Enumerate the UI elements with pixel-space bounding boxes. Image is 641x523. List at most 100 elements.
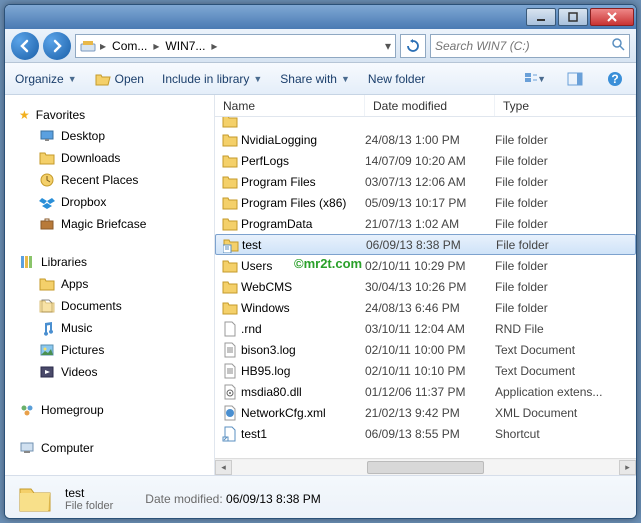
explorer-window: ▸ Com... ▸ WIN7... ▸ ▾ Organize▼ Open In… [4, 4, 637, 519]
help-button[interactable]: ? [604, 68, 626, 90]
text-icon [221, 363, 239, 379]
breadcrumb-drive[interactable]: WIN7... [161, 35, 209, 57]
shortcut-icon [221, 426, 239, 442]
table-row[interactable]: HB95.log02/10/11 10:10 PMText Document [215, 360, 636, 381]
nav-computer[interactable]: Computer [15, 437, 214, 459]
file-type: File folder [496, 238, 635, 252]
col-type[interactable]: Type [495, 95, 636, 116]
file-date: 21/07/13 1:02 AM [365, 217, 495, 231]
breadcrumb-computer[interactable]: Com... [108, 35, 151, 57]
table-row[interactable] [215, 117, 636, 129]
search-icon [611, 37, 625, 54]
text-icon [221, 342, 239, 358]
minimize-button[interactable] [526, 8, 556, 26]
nav-recent[interactable]: Recent Places [15, 169, 214, 191]
file-date: 01/12/06 11:37 PM [365, 385, 495, 399]
folder-open-icon [95, 71, 111, 87]
file-name: Program Files [239, 175, 365, 189]
table-row[interactable]: Users02/10/11 10:29 PMFile folder [215, 255, 636, 276]
new-folder-button[interactable]: New folder [368, 72, 425, 86]
table-row[interactable]: PerfLogs14/07/09 10:20 AMFile folder [215, 150, 636, 171]
file-name: HB95.log [239, 364, 365, 378]
file-name: bison3.log [239, 343, 365, 357]
file-type: Shortcut [495, 427, 636, 441]
navbar: ▸ Com... ▸ WIN7... ▸ ▾ [5, 29, 636, 63]
file-name: test1 [239, 427, 365, 441]
file-date: 24/08/13 1:00 PM [365, 133, 495, 147]
table-row[interactable]: WebCMS30/04/13 10:26 PMFile folder [215, 276, 636, 297]
table-row[interactable]: ProgramData21/07/13 1:02 AMFile folder [215, 213, 636, 234]
recent-icon [39, 172, 55, 188]
file-name: msdia80.dll [239, 385, 365, 399]
folder-icon [221, 174, 239, 190]
nav-music[interactable]: Music [15, 317, 214, 339]
chevron-down-icon[interactable]: ▾ [383, 39, 393, 53]
search-input[interactable] [430, 34, 630, 58]
nav-downloads[interactable]: Downloads [15, 147, 214, 169]
star-icon: ★ [19, 108, 30, 122]
file-type: Text Document [495, 343, 636, 357]
table-row[interactable]: .rnd03/10/11 12:04 AMRND File [215, 318, 636, 339]
include-button[interactable]: Include in library▼ [162, 72, 262, 86]
search-field[interactable] [435, 39, 607, 53]
file-type: File folder [495, 259, 636, 273]
refresh-button[interactable] [400, 34, 426, 58]
nav-dropbox[interactable]: Dropbox [15, 191, 214, 213]
details-pane: test File folder Date modified: 06/09/13… [5, 475, 636, 519]
pictures-icon [39, 342, 55, 358]
table-row[interactable]: test106/09/13 8:55 PMShortcut [215, 423, 636, 444]
nav-pane: ★Favorites Desktop Downloads Recent Plac… [5, 95, 215, 475]
folder-icon [39, 276, 55, 292]
table-row[interactable]: NvidiaLogging24/08/13 1:00 PMFile folder [215, 129, 636, 150]
file-name: PerfLogs [239, 154, 365, 168]
file-date: 03/10/11 12:04 AM [365, 322, 495, 336]
column-header: Name Date modified Type [215, 95, 636, 117]
table-row[interactable]: msdia80.dll01/12/06 11:37 PMApplication … [215, 381, 636, 402]
table-row[interactable]: NetworkCfg.xml21/02/13 9:42 PMXML Docume… [215, 402, 636, 423]
maximize-button[interactable] [558, 8, 588, 26]
file-type: File folder [495, 175, 636, 189]
table-row[interactable]: Windows24/08/13 6:46 PMFile folder [215, 297, 636, 318]
preview-pane-button[interactable] [564, 68, 586, 90]
scroll-right-icon[interactable]: ▸ [619, 460, 636, 475]
h-scrollbar[interactable]: ◂ ▸ [215, 458, 636, 475]
forward-button[interactable] [43, 32, 71, 60]
file-type: XML Document [495, 406, 636, 420]
close-button[interactable] [590, 8, 634, 26]
col-name[interactable]: Name [215, 95, 365, 116]
nav-favorites[interactable]: ★Favorites [15, 105, 214, 125]
nav-briefcase[interactable]: Magic Briefcase [15, 213, 214, 235]
table-row[interactable]: bison3.log02/10/11 10:00 PMText Document [215, 339, 636, 360]
table-row[interactable]: test06/09/13 8:38 PMFile folder [215, 234, 636, 255]
desktop-icon [39, 128, 55, 144]
nav-desktop[interactable]: Desktop [15, 125, 214, 147]
folder-icon [221, 279, 239, 295]
file-date: 02/10/11 10:29 PM [365, 259, 495, 273]
scroll-thumb[interactable] [367, 461, 483, 474]
col-date[interactable]: Date modified [365, 95, 495, 116]
folder-icon [221, 195, 239, 211]
nav-homegroup[interactable]: Homegroup [15, 399, 214, 421]
file-type: File folder [495, 280, 636, 294]
open-button[interactable]: Open [95, 71, 144, 87]
file-type: File folder [495, 217, 636, 231]
organize-button[interactable]: Organize▼ [15, 72, 77, 86]
view-button[interactable]: ▼ [524, 68, 546, 90]
back-button[interactable] [11, 32, 39, 60]
share-button[interactable]: Share with▼ [280, 72, 350, 86]
scroll-left-icon[interactable]: ◂ [215, 460, 232, 475]
file-name: NvidiaLogging [239, 133, 365, 147]
table-row[interactable]: Program Files03/07/13 12:06 AMFile folde… [215, 171, 636, 192]
file-name: Windows [239, 301, 365, 315]
nav-documents[interactable]: Documents [15, 295, 214, 317]
videos-icon [39, 364, 55, 380]
table-row[interactable]: Program Files (x86)05/09/13 10:17 PMFile… [215, 192, 636, 213]
nav-videos[interactable]: Videos [15, 361, 214, 383]
breadcrumb[interactable]: ▸ Com... ▸ WIN7... ▸ ▾ [75, 34, 396, 58]
nav-libraries[interactable]: Libraries [15, 251, 214, 273]
nav-pictures[interactable]: Pictures [15, 339, 214, 361]
file-date: 06/09/13 8:38 PM [366, 238, 496, 252]
details-datemod-label: Date modified: [145, 492, 222, 506]
nav-apps[interactable]: Apps [15, 273, 214, 295]
chevron-right-icon: ▸ [209, 39, 219, 53]
